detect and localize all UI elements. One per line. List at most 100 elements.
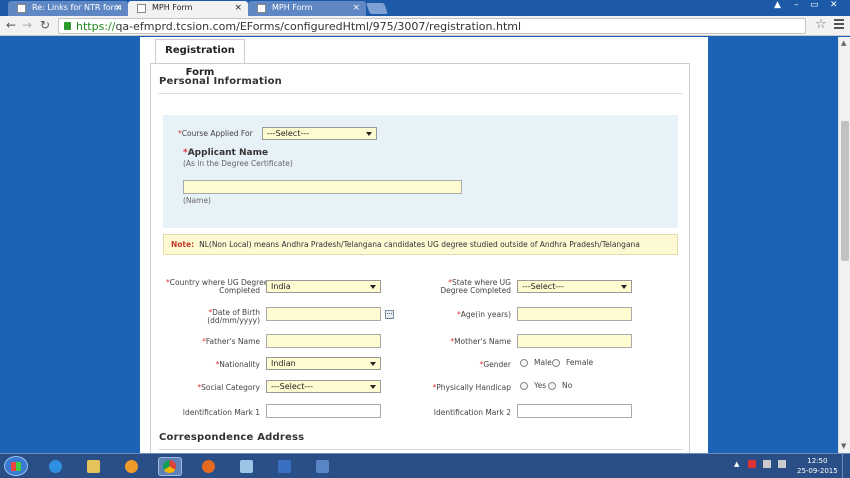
identification-mark-1-input[interactable] — [266, 404, 381, 418]
show-desktop-button[interactable] — [842, 454, 850, 478]
scrollbar-thumb[interactable] — [841, 121, 849, 261]
chrome-icon[interactable] — [158, 457, 182, 476]
applicant-name-hint: (As in the Degree Certificate) — [183, 159, 293, 168]
page-viewport: Registration Form Personal Information *… — [0, 37, 850, 453]
state-ug-degree-label: *State where UG Degree Completed — [440, 278, 511, 295]
country-ug-degree-label: *Country where UG Degree Completed — [166, 278, 269, 295]
handicap-no-label: No — [562, 381, 573, 390]
address-toolbar: ← → ↻ https://qa-efmprd.tcsion.com/EForm… — [0, 16, 850, 36]
handicap-no-radio[interactable] — [548, 382, 556, 390]
dropdown-caret-icon — [366, 132, 372, 136]
section-divider — [158, 449, 683, 450]
notepad-icon[interactable] — [235, 457, 259, 476]
scroll-up-icon[interactable]: ▲ — [841, 39, 846, 47]
dropdown-caret-icon — [621, 285, 627, 289]
mail-favicon-icon — [17, 4, 26, 13]
start-button[interactable] — [4, 456, 28, 476]
correspondence-address-title: Correspondence Address — [159, 432, 305, 443]
applicant-name-label: *Applicant Name — [183, 148, 269, 158]
reload-button[interactable]: ↻ — [40, 18, 50, 32]
social-category-select[interactable]: ---Select--- — [266, 380, 381, 393]
nationality-label: *Nationality — [215, 360, 260, 369]
media-player-icon[interactable] — [120, 457, 144, 476]
age-input[interactable] — [517, 307, 632, 321]
ie-icon[interactable] — [44, 457, 68, 476]
tray-app-icon[interactable] — [748, 460, 756, 468]
vertical-scrollbar[interactable]: ▲ ▼ — [838, 37, 850, 453]
gender-female-radio[interactable] — [552, 359, 560, 367]
physically-handicap-label: *Physically Handicap — [432, 383, 511, 392]
identification-mark-2-input[interactable] — [517, 404, 632, 418]
tab-links-for-ntr-form[interactable]: Re: Links for NTR form × — [8, 1, 128, 16]
non-local-note: Note: NL(Non Local) means Andhra Pradesh/… — [163, 234, 678, 255]
tab-close-icon[interactable]: × — [114, 1, 122, 15]
tab-title: MPH Form — [152, 3, 193, 12]
tab-mph-form[interactable]: MPH Form × — [248, 1, 366, 16]
back-button[interactable]: ← — [6, 18, 16, 32]
screen-icon[interactable] — [311, 457, 335, 476]
maximize-button[interactable]: ▭ — [810, 0, 819, 10]
network-icon[interactable] — [763, 460, 771, 468]
mothers-name-input[interactable] — [517, 334, 632, 348]
firefox-icon[interactable] — [197, 457, 221, 476]
social-category-label: *Social Category — [197, 383, 260, 392]
calendar-icon[interactable] — [385, 310, 394, 319]
age-label: *Age(in years) — [457, 310, 511, 319]
tab-close-icon[interactable]: × — [352, 1, 360, 15]
course-applied-for-select[interactable]: ---Select--- — [262, 127, 377, 140]
gender-male-radio[interactable] — [520, 359, 528, 367]
url-bar[interactable]: https://qa-efmprd.tcsion.com/EForms/conf… — [58, 18, 806, 34]
system-clock[interactable]: 12:50 25-09-2015 — [797, 456, 838, 476]
tab-title: Re: Links for NTR form — [32, 3, 122, 12]
name-caption: (Name) — [183, 196, 211, 205]
tab-mph-form-active[interactable]: MPH Form × — [128, 1, 248, 16]
personal-information-title: Personal Information — [159, 76, 282, 87]
page-favicon-icon — [137, 4, 146, 13]
windows-taskbar: ▲ 12:50 25-09-2015 — [0, 453, 850, 478]
country-ug-degree-select[interactable]: India — [266, 280, 381, 293]
clock-time: 12:50 — [807, 457, 828, 465]
dropdown-caret-icon — [370, 362, 376, 366]
new-tab-button[interactable] — [365, 3, 389, 14]
handicap-yes-label: Yes — [534, 381, 547, 390]
close-window-button[interactable]: ✕ — [830, 0, 838, 10]
mothers-name-label: *Mother's Name — [450, 337, 511, 346]
browser-tab-bar: Re: Links for NTR form × MPH Form × MPH … — [0, 0, 850, 16]
date-of-birth-label: *Date of Birth (dd/mm/yyyy) — [207, 308, 260, 325]
explorer-icon[interactable] — [82, 457, 106, 476]
clock-date: 25-09-2015 — [797, 467, 838, 475]
secure-lock-icon — [64, 22, 71, 30]
bookmark-star-icon[interactable]: ☆ — [815, 17, 827, 32]
word-icon[interactable] — [273, 457, 297, 476]
note-label: Note: — [171, 240, 195, 249]
nationality-select[interactable]: Indian — [266, 357, 381, 370]
fathers-name-label: *Father's Name — [202, 337, 260, 346]
state-ug-degree-select[interactable]: ---Select--- — [517, 280, 632, 293]
url-text: https://qa-efmprd.tcsion.com/EForms/conf… — [76, 20, 522, 33]
gender-male-label: Male — [534, 358, 552, 367]
tab-close-icon[interactable]: × — [234, 1, 242, 15]
fathers-name-input[interactable] — [266, 334, 381, 348]
note-text: NL(Non Local) means Andhra Pradesh/Telan… — [199, 240, 640, 249]
forward-button[interactable]: → — [22, 18, 32, 32]
volume-icon[interactable] — [778, 460, 786, 468]
dropdown-caret-icon — [370, 385, 376, 389]
registration-form-tab[interactable]: Registration Form — [155, 39, 245, 78]
identification-mark-1-label: Identification Mark 1 — [182, 408, 260, 417]
dropdown-caret-icon — [370, 285, 376, 289]
handicap-yes-radio[interactable] — [520, 382, 528, 390]
page-favicon-icon — [257, 4, 266, 13]
tab-title: MPH Form — [272, 3, 313, 12]
applicant-name-input[interactable] — [183, 180, 462, 194]
scroll-down-icon[interactable]: ▼ — [841, 442, 846, 450]
course-applied-for-label: *Course Applied For — [178, 129, 253, 138]
gender-label: *Gender — [479, 360, 511, 369]
minimize-button[interactable]: – — [794, 0, 799, 10]
identification-mark-2-label: Identification Mark 2 — [433, 408, 511, 417]
gender-female-label: Female — [566, 358, 594, 367]
chrome-menu-icon[interactable] — [834, 19, 844, 29]
date-of-birth-input[interactable] — [266, 307, 381, 321]
tray-expand-icon[interactable]: ▲ — [734, 460, 739, 468]
user-profile-icon[interactable]: ▲ — [774, 0, 781, 10]
section-divider — [158, 93, 683, 94]
